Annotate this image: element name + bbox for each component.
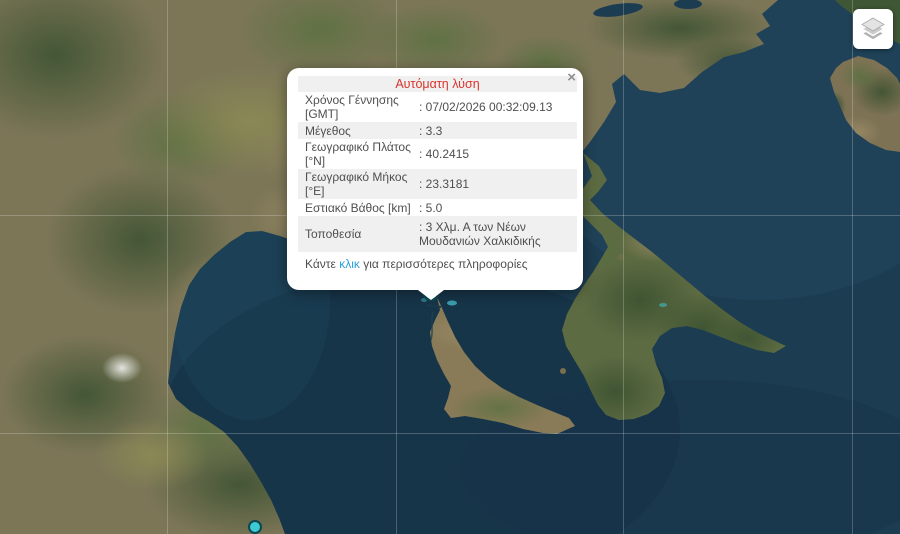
popup-row-depth: Εστιακό Βάθος [km] : 5.0 xyxy=(298,199,577,216)
popup-row-location: Τοποθεσία : 3 Χλμ. Α των Νέων Μουδανιών … xyxy=(298,216,577,252)
popup-footer: Κάντε κλικ για περισσότερες πληροφορίες xyxy=(298,254,577,271)
popup-row-longitude: Γεωγραφικό Μήκος [°E] : 23.3181 xyxy=(298,169,577,199)
footer-text: για περισσότερες πληροφορίες xyxy=(360,257,528,271)
layers-icon xyxy=(860,15,886,43)
close-icon[interactable]: × xyxy=(567,70,576,86)
row-value: : 23.3181 xyxy=(419,177,577,191)
layers-control-button[interactable] xyxy=(853,9,893,49)
popup-row-latitude: Γεωγραφικό Πλάτος [°N] : 40.2415 xyxy=(298,139,577,169)
row-label: Τοποθεσία xyxy=(305,227,419,241)
row-label: Γεωγραφικό Μήκος [°E] xyxy=(305,170,419,198)
map-application: × Αυτόματη λύση Χρόνος Γέννησης [GMT] : … xyxy=(0,0,900,534)
popup-title: Αυτόματη λύση xyxy=(298,76,577,92)
row-label: Εστιακό Βάθος [km] xyxy=(305,201,419,215)
row-value: : 07/02/2026 00:32:09.13 xyxy=(419,100,577,114)
row-label: Μέγεθος xyxy=(305,124,419,138)
row-label: Χρόνος Γέννησης [GMT] xyxy=(305,93,419,121)
row-value: : 3 Χλμ. Α των Νέων Μουδανιών Χαλκιδικής xyxy=(419,220,577,248)
row-value: : 3.3 xyxy=(419,124,577,138)
row-value: : 40.2415 xyxy=(419,147,577,161)
popup-content: Αυτόματη λύση Χρόνος Γέννησης [GMT] : 07… xyxy=(298,76,577,290)
more-info-link[interactable]: κλικ xyxy=(339,257,360,271)
earthquake-marker-secondary[interactable] xyxy=(249,521,261,533)
popup-tail xyxy=(418,290,444,300)
popup-row-magnitude: Μέγεθος : 3.3 xyxy=(298,122,577,139)
row-label: Γεωγραφικό Πλάτος [°N] xyxy=(305,140,419,168)
popup-row-origin-time: Χρόνος Γέννησης [GMT] : 07/02/2026 00:32… xyxy=(298,92,577,122)
earthquake-popup: × Αυτόματη λύση Χρόνος Γέννησης [GMT] : … xyxy=(287,68,583,290)
footer-text: Κάντε xyxy=(305,257,339,271)
row-value: : 5.0 xyxy=(419,201,577,215)
